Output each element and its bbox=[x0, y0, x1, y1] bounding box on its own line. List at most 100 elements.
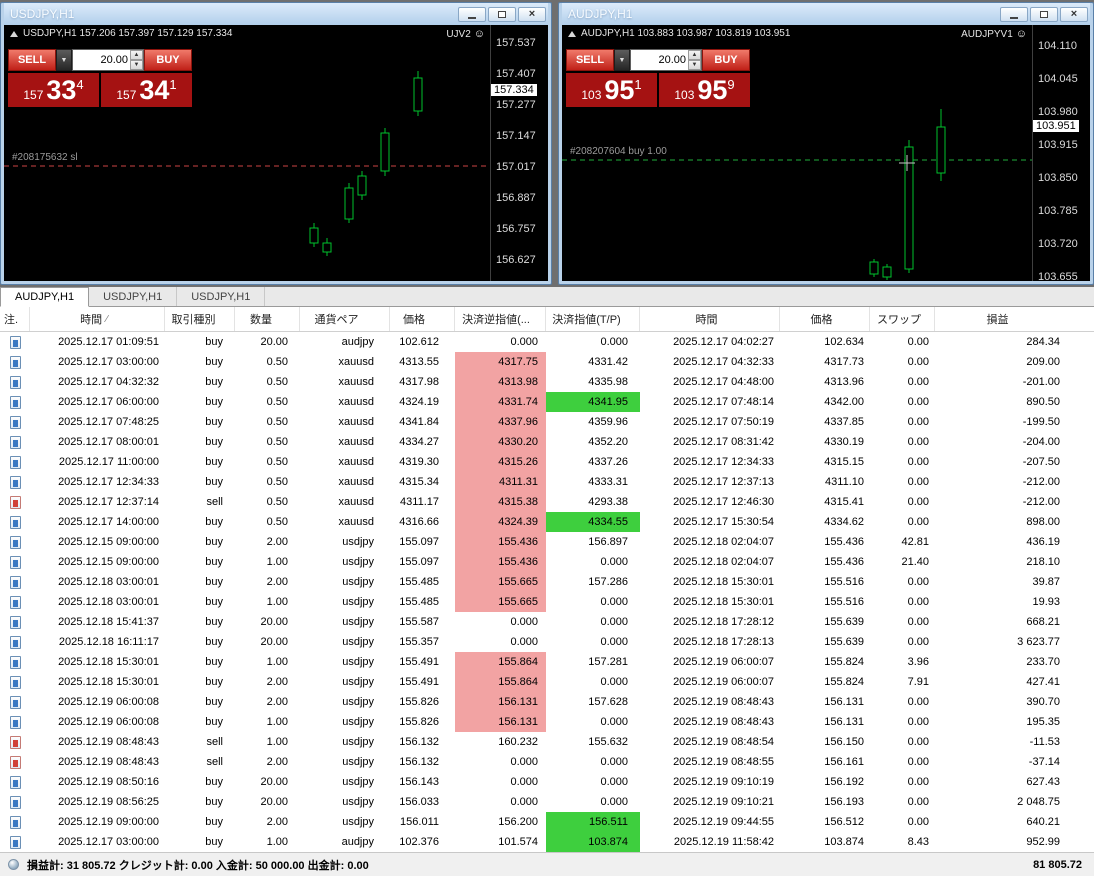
restore-button[interactable] bbox=[1030, 6, 1058, 22]
order-type-dropdown[interactable]: ▼ bbox=[614, 49, 630, 71]
ea-label[interactable]: AUDJPYV1 ☺ bbox=[961, 28, 1027, 40]
table-row[interactable]: 2025.12.19 08:50:16 buy 20.00 usdjpy 156.143… bbox=[0, 772, 1094, 792]
table-row[interactable]: 2025.12.17 07:48:25 buy 0.50 xauusd 4341.84 4… bbox=[0, 412, 1094, 432]
volume-down-button[interactable]: ▼ bbox=[130, 60, 143, 70]
tab-usdjpy-h1-2[interactable]: USDJPY,H1 bbox=[177, 287, 266, 306]
cell-open-price: 4315.34 bbox=[399, 476, 439, 488]
table-row[interactable]: 2025.12.17 08:00:01 buy 0.50 xauusd 4334.27 4… bbox=[0, 432, 1094, 452]
cell-stop-loss: 0.000 bbox=[510, 776, 538, 788]
volume-up-button[interactable]: ▲ bbox=[130, 50, 143, 60]
cell-swap: 0.00 bbox=[907, 636, 929, 648]
tab-audjpy-h1[interactable]: AUDJPY,H1 bbox=[0, 287, 90, 307]
cell-take-profit: 0.000 bbox=[600, 756, 628, 768]
table-row[interactable]: 2025.12.17 01:09:51 buy 20.00 audjpy 102.612… bbox=[0, 332, 1094, 352]
table-row[interactable]: 2025.12.17 03:00:00 buy 1.00 audjpy 102.376 1… bbox=[0, 832, 1094, 852]
col-header-type[interactable]: 取引種別 bbox=[165, 307, 235, 331]
buy-button[interactable]: BUY bbox=[702, 49, 750, 71]
table-row[interactable]: 2025.12.18 16:11:17 buy 20.00 usdjpy 155.357… bbox=[0, 632, 1094, 652]
cell-type: buy bbox=[205, 796, 223, 808]
sell-button[interactable]: SELL bbox=[8, 49, 56, 71]
table-row[interactable]: 2025.12.17 14:00:00 buy 0.50 xauusd 4316.66 4… bbox=[0, 512, 1094, 532]
sell-button[interactable]: SELL bbox=[566, 49, 614, 71]
table-header: 注. 時間 ∕ 取引種別 数量 通貨ペア 価格 決済逆指値(... 決済指値(T/… bbox=[0, 307, 1094, 332]
chart-window-audjpy: AUDJPY,H1 × AUDJPY,H1 103.883 103.987 10… bbox=[558, 2, 1094, 285]
col-header-close-time[interactable]: 時間 bbox=[640, 307, 780, 331]
table-row[interactable]: 2025.12.17 06:00:00 buy 0.50 xauusd 4324.19 4… bbox=[0, 392, 1094, 412]
table-row[interactable]: 2025.12.18 03:00:01 buy 2.00 usdjpy 155.485 1… bbox=[0, 572, 1094, 592]
buy-order-icon bbox=[9, 515, 21, 529]
buy-button[interactable]: BUY bbox=[144, 49, 192, 71]
table-row[interactable]: 2025.12.18 15:30:01 buy 1.00 usdjpy 155.491 1… bbox=[0, 652, 1094, 672]
col-header-note[interactable]: 注. bbox=[0, 307, 30, 331]
col-header-stop-loss[interactable]: 決済逆指値(... bbox=[455, 307, 546, 331]
table-row[interactable]: 2025.12.17 03:00:00 buy 0.50 xauusd 4313.55 4… bbox=[0, 352, 1094, 372]
buy-price-display[interactable]: 157 34 1 bbox=[101, 73, 192, 107]
close-button[interactable]: × bbox=[518, 6, 546, 22]
col-header-swap[interactable]: スワップ bbox=[870, 307, 935, 331]
restore-button[interactable] bbox=[488, 6, 516, 22]
minimize-button[interactable] bbox=[1000, 6, 1028, 22]
table-row[interactable]: 2025.12.17 12:37:14 sell 0.50 xauusd 4311.17… bbox=[0, 492, 1094, 512]
volume-input[interactable]: 20.00 ▲ ▼ bbox=[630, 49, 702, 71]
table-row[interactable]: 2025.12.17 11:00:00 buy 0.50 xauusd 4319.30 4… bbox=[0, 452, 1094, 472]
table-row[interactable]: 2025.12.19 09:00:00 buy 2.00 usdjpy 156.011 1… bbox=[0, 812, 1094, 832]
table-row[interactable]: 2025.12.19 08:48:43 sell 2.00 usdjpy 156.132… bbox=[0, 752, 1094, 772]
buy-price-display[interactable]: 103 95 9 bbox=[659, 73, 750, 107]
ea-label[interactable]: UJV2 ☺ bbox=[446, 28, 485, 40]
window-title: USDJPY,H1 bbox=[10, 7, 75, 21]
cell-volume: 2.00 bbox=[266, 536, 288, 548]
minimize-button[interactable] bbox=[458, 6, 486, 22]
ea-name: AUDJPYV1 bbox=[961, 28, 1013, 40]
cell-take-profit: 155.632 bbox=[588, 736, 628, 748]
col-header-close-price[interactable]: 価格 bbox=[780, 307, 870, 331]
cell-swap: 0.00 bbox=[907, 696, 929, 708]
table-row[interactable]: 2025.12.17 04:32:32 buy 0.50 xauusd 4317.98 4… bbox=[0, 372, 1094, 392]
chart-plot[interactable]: USDJPY,H1 157.206 157.397 157.129 157.33… bbox=[4, 25, 490, 281]
volume-input[interactable]: 20.00 ▲ ▼ bbox=[72, 49, 144, 71]
window-titlebar[interactable]: USDJPY,H1 × bbox=[4, 3, 548, 25]
price-axis[interactable]: 157.537 157.407 157.277 157.147 157.017 156.8… bbox=[490, 25, 548, 281]
buy-order-icon bbox=[9, 355, 21, 369]
table-row[interactable]: 2025.12.18 15:41:37 buy 20.00 usdjpy 155.587… bbox=[0, 612, 1094, 632]
cell-note bbox=[0, 672, 30, 692]
cell-open-price: 155.357 bbox=[399, 636, 439, 648]
table-row[interactable]: 2025.12.15 09:00:00 buy 1.00 usdjpy 155.097 1… bbox=[0, 552, 1094, 572]
table-row[interactable]: 2025.12.15 09:00:00 buy 2.00 usdjpy 155.097 1… bbox=[0, 532, 1094, 552]
cell-profit: 427.41 bbox=[1026, 676, 1060, 688]
table-row[interactable]: 2025.12.17 12:34:33 buy 0.50 xauusd 4315.34 4… bbox=[0, 472, 1094, 492]
table-row[interactable]: 2025.12.18 03:00:01 buy 1.00 usdjpy 155.485 1… bbox=[0, 592, 1094, 612]
col-header-profit[interactable]: 損益 bbox=[935, 307, 1094, 331]
close-button[interactable]: × bbox=[1060, 6, 1088, 22]
table-row[interactable]: 2025.12.19 08:48:43 sell 1.00 usdjpy 156.132… bbox=[0, 732, 1094, 752]
cell-profit: 218.10 bbox=[1026, 556, 1060, 568]
cell-swap: 0.00 bbox=[907, 616, 929, 628]
table-row[interactable]: 2025.12.18 15:30:01 buy 2.00 usdjpy 155.491 1… bbox=[0, 672, 1094, 692]
cell-close-price: 155.436 bbox=[824, 556, 864, 568]
col-header-volume[interactable]: 数量 bbox=[235, 307, 300, 331]
col-header-open-time[interactable]: 時間 ∕ bbox=[30, 307, 165, 331]
cell-open-time: 2025.12.19 08:48:43 bbox=[58, 736, 159, 748]
table-row[interactable]: 2025.12.19 06:00:08 buy 2.00 usdjpy 155.826 1… bbox=[0, 692, 1094, 712]
sell-price-display[interactable]: 103 95 1 bbox=[566, 73, 657, 107]
cell-note bbox=[0, 372, 30, 392]
col-header-take-profit[interactable]: 決済指値(T/P) bbox=[546, 307, 640, 331]
cell-close-time: 2025.12.19 11:58:42 bbox=[673, 836, 774, 848]
cell-open-time: 2025.12.18 15:41:37 bbox=[58, 616, 159, 628]
sell-price-display[interactable]: 157 33 4 bbox=[8, 73, 99, 107]
order-type-dropdown[interactable]: ▼ bbox=[56, 49, 72, 71]
tab-usdjpy-h1[interactable]: USDJPY,H1 bbox=[89, 287, 178, 306]
buy-order-icon bbox=[9, 375, 21, 389]
cell-volume: 1.00 bbox=[266, 556, 288, 568]
volume-down-button[interactable]: ▼ bbox=[688, 60, 701, 70]
volume-up-button[interactable]: ▲ bbox=[688, 50, 701, 60]
col-header-open-price[interactable]: 価格 bbox=[390, 307, 455, 331]
cell-profit: -201.00 bbox=[1022, 376, 1060, 388]
price-axis[interactable]: 104.110 104.045 103.980 103.915 103.850 103.7… bbox=[1032, 25, 1090, 283]
chart-plot[interactable]: AUDJPY,H1 103.883 103.987 103.819 103.95… bbox=[562, 25, 1032, 281]
table-row[interactable]: 2025.12.19 08:56:25 buy 20.00 usdjpy 156.033… bbox=[0, 792, 1094, 812]
window-titlebar[interactable]: AUDJPY,H1 × bbox=[562, 3, 1090, 25]
col-header-symbol[interactable]: 通貨ペア bbox=[300, 307, 390, 331]
cell-close-price: 4315.15 bbox=[824, 456, 864, 468]
cell-swap: 0.00 bbox=[907, 756, 929, 768]
table-row[interactable]: 2025.12.19 06:00:08 buy 1.00 usdjpy 155.826 1… bbox=[0, 712, 1094, 732]
